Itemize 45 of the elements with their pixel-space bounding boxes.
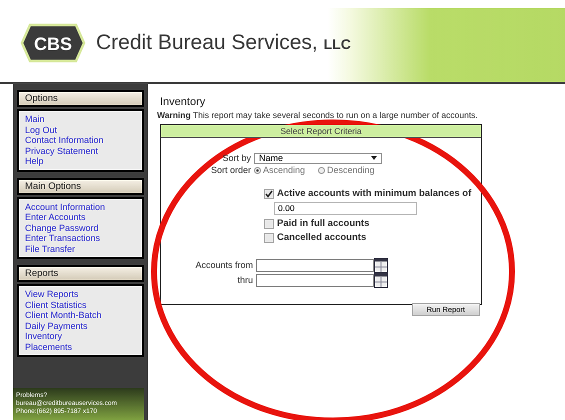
checkbox-option[interactable]: Cancelled accounts (264, 232, 481, 243)
menu-link[interactable]: Inventory (25, 331, 136, 342)
field-label: Accounts from (194, 260, 253, 270)
checkbox[interactable] (264, 232, 274, 242)
menu-link[interactable]: Change Password (25, 222, 136, 233)
section-header: Main Options (17, 178, 144, 194)
menu-link[interactable]: Daily Payments (25, 320, 136, 331)
checkbox[interactable] (264, 188, 274, 198)
sort-dropdown[interactable]: Name (254, 152, 382, 164)
balance-field[interactable]: 0.00 (274, 202, 417, 215)
caret-icon (371, 156, 377, 160)
menu-link[interactable]: View Reports (25, 289, 136, 300)
menu-link[interactable]: File Transfer (25, 244, 136, 254)
field-label: thru (236, 275, 253, 285)
menu-link[interactable]: Main (25, 114, 136, 124)
calendar-icon[interactable] (374, 258, 388, 272)
menu-link[interactable]: Account Information (25, 202, 136, 212)
date-field[interactable] (256, 274, 374, 286)
company-name: Credit Bureau Services, LLC (96, 31, 351, 55)
menu-link[interactable]: Placements (25, 342, 136, 352)
menu-link[interactable]: Log Out (25, 124, 136, 135)
section-header: Options (17, 90, 144, 107)
menu-link[interactable]: Help (25, 156, 136, 166)
menu-link[interactable]: Client Statistics (25, 300, 136, 310)
section-header: Reports (17, 265, 144, 282)
menu-link[interactable]: Enter Transactions (25, 233, 136, 244)
radio-button[interactable] (318, 166, 326, 174)
page-title: Inventory (160, 96, 206, 108)
menu-link[interactable]: Contact Information (25, 135, 136, 146)
field-label: Sort by (221, 153, 251, 163)
radio-option[interactable]: Descending (318, 165, 375, 175)
radio-option[interactable]: Ascending (254, 165, 306, 175)
radio-button[interactable] (254, 166, 261, 174)
calendar-icon[interactable] (374, 272, 388, 288)
menu-link[interactable]: Privacy Statement (25, 146, 136, 156)
checkbox[interactable] (264, 218, 274, 228)
date-field[interactable] (256, 258, 374, 272)
warning-text: Warning This report may take several seconds to run on a large number of accounts. (157, 110, 479, 120)
checkbox-option[interactable]: Active accounts with minimum balances of (264, 188, 481, 199)
logo-badge: CBS (20, 23, 86, 63)
menu-link[interactable]: Enter Accounts (25, 212, 136, 222)
checkbox-option[interactable]: Paid in full accounts (264, 218, 481, 229)
panel-title: Select Report Criteria (161, 125, 481, 138)
field-label: Sort order (210, 165, 251, 175)
menu-link[interactable]: Client Month-Batch (25, 310, 136, 320)
